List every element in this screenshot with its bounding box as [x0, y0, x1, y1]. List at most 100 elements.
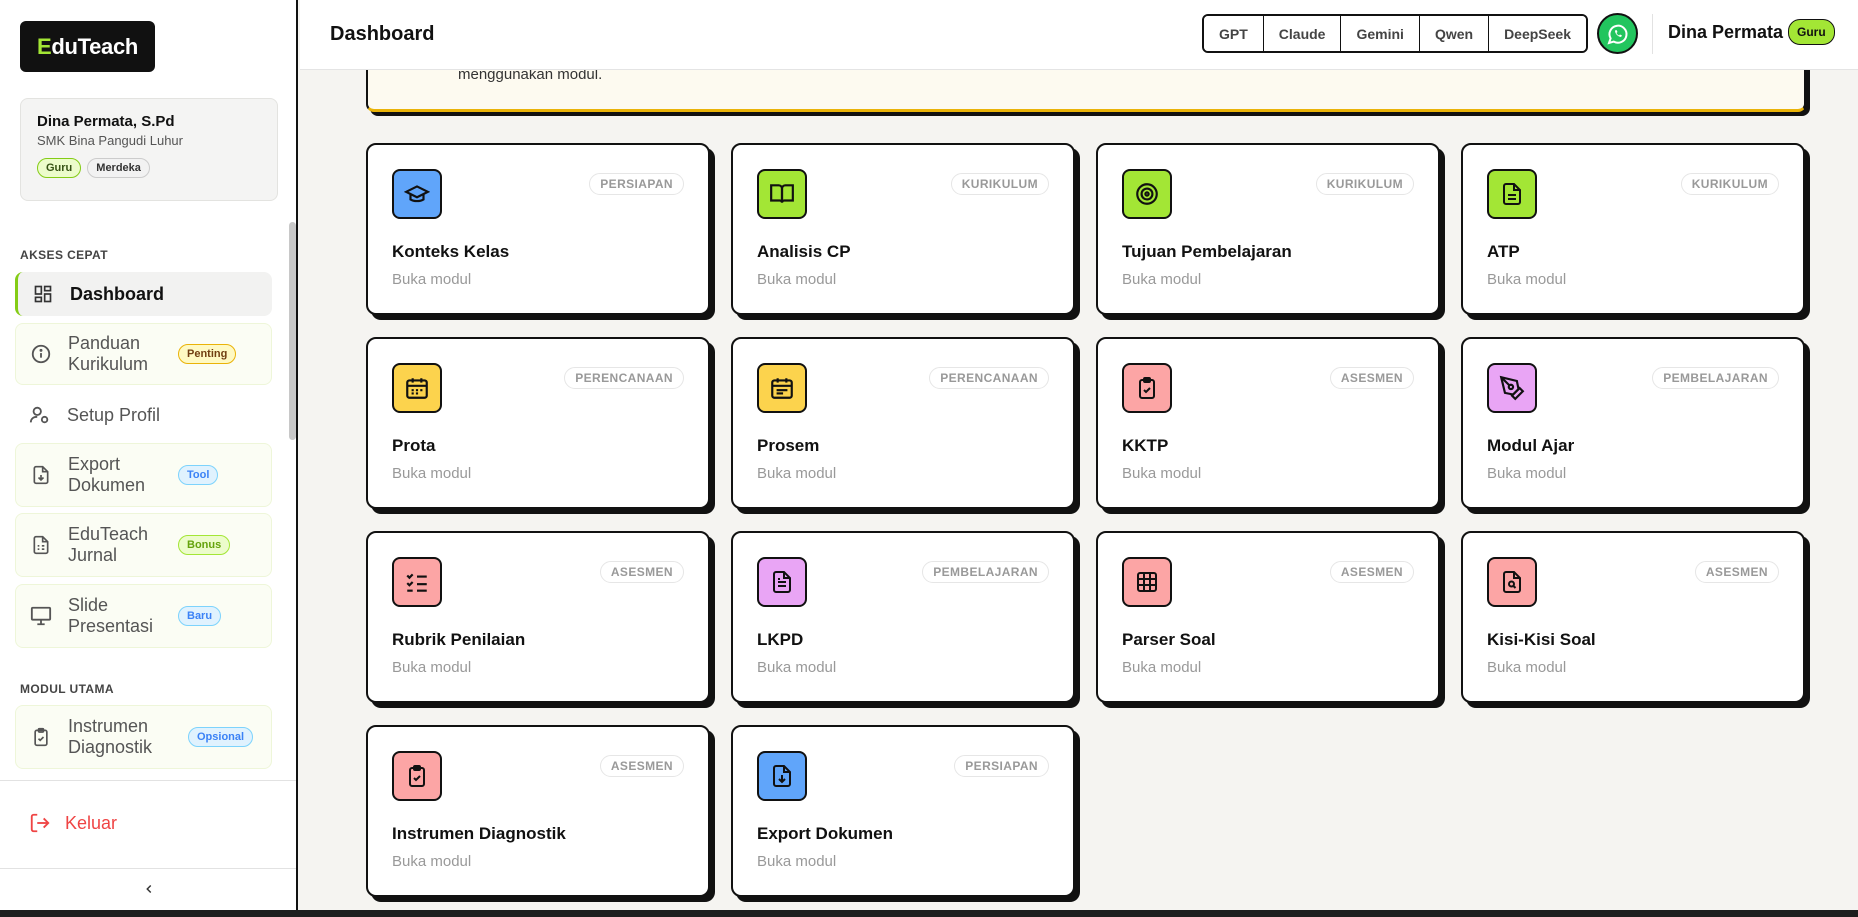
module-card-lkpd[interactable]: PEMBELAJARAN LKPD Buka modul	[731, 531, 1075, 703]
user-role-badge: Guru	[1788, 19, 1835, 45]
category-tag: ASESMEN	[1694, 561, 1779, 583]
file-download-icon	[757, 751, 807, 801]
whatsapp-button[interactable]	[1597, 13, 1638, 54]
card-title: Konteks Kelas	[392, 242, 510, 261]
module-card-parser-soal[interactable]: ASESMEN Parser Soal Buka modul	[1096, 531, 1440, 703]
optional-badge: Opsional	[188, 727, 254, 747]
sidebar-item-label: Instrumen Diagnostik	[68, 716, 153, 757]
user-name[interactable]: Dina Permata	[1668, 22, 1783, 43]
card-subtitle: Buka modul	[1122, 465, 1202, 482]
ai-tab-qwen[interactable]: Qwen	[1419, 16, 1490, 51]
collapse-sidebar-button[interactable]	[138, 877, 160, 901]
divider	[0, 868, 296, 869]
page-title: Dashboard	[330, 23, 435, 45]
sidebar-item-instrumen-diagnostik[interactable]: Instrumen Diagnostik Opsional	[15, 705, 272, 769]
card-subtitle: Buka modul	[1122, 659, 1202, 676]
ai-tab-deepseek[interactable]: DeepSeek	[1489, 16, 1586, 51]
card-subtitle: Buka modul	[392, 465, 472, 482]
module-card-prosem[interactable]: PERENCANAAN Prosem Buka modul	[731, 337, 1075, 509]
category-tag: KURIKULUM	[1315, 173, 1414, 195]
module-card-prota[interactable]: PERENCANAAN Prota Buka modul	[366, 337, 710, 509]
logo[interactable]: EduTeach	[20, 21, 155, 72]
presentation-icon	[30, 605, 52, 627]
card-title: KKTP	[1122, 436, 1169, 455]
sidebar-item-dashboard[interactable]: Dashboard	[15, 272, 272, 316]
logout-button[interactable]: Keluar	[29, 812, 117, 834]
card-subtitle: Buka modul	[1487, 271, 1567, 288]
card-title: Instrumen Diagnostik	[392, 824, 566, 843]
card-title: Prosem	[757, 436, 820, 455]
module-card-instrumen-diagnostik[interactable]: ASESMEN Instrumen Diagnostik Buka modul	[366, 725, 710, 897]
ai-tab-claude[interactable]: Claude	[1263, 16, 1342, 51]
sidebar-scrollbar[interactable]	[289, 222, 296, 440]
whatsapp-icon	[1606, 24, 1627, 45]
category-tag: KURIKULUM	[950, 173, 1049, 195]
ai-model-selector: GPT Claude Gemini Qwen DeepSeek	[1202, 14, 1588, 53]
tool-badge: Tool	[178, 465, 219, 485]
module-card-konteks-kelas[interactable]: PERSIAPAN Konteks Kelas Buka modul	[366, 143, 710, 315]
card-subtitle: Buka modul	[757, 465, 837, 482]
category-tag: ASESMEN	[1329, 561, 1414, 583]
card-title: LKPD	[757, 630, 804, 649]
module-card-analisis-cp[interactable]: KURIKULUM Analisis CP Buka modul	[731, 143, 1075, 315]
profile-school: SMK Bina Pangudi Luhur	[37, 133, 183, 148]
module-card-rubrik-penilaian[interactable]: ASESMEN Rubrik Penilaian Buka modul	[366, 531, 710, 703]
card-subtitle: Buka modul	[757, 271, 837, 288]
section-label-quick: AKSES CEPAT	[20, 248, 108, 262]
divider	[1652, 14, 1653, 54]
sidebar-item-panduan-kurikulum[interactable]: Panduan Kurikulum Penting	[15, 323, 272, 385]
sidebar-item-label: Export Dokumen	[68, 454, 146, 495]
module-card-tujuan-pembelajaran[interactable]: KURIKULUM Tujuan Pembelajaran Buka modul	[1096, 143, 1440, 315]
target-icon	[1122, 169, 1172, 219]
profile-card: Dina Permata, S.Pd SMK Bina Pangudi Luhu…	[20, 98, 278, 201]
module-card-atp[interactable]: KURIKULUM ATP Buka modul	[1461, 143, 1805, 315]
card-subtitle: Buka modul	[392, 853, 472, 870]
file-search-icon	[1487, 557, 1537, 607]
clipboard-check-icon	[392, 751, 442, 801]
file-lines-icon	[757, 557, 807, 607]
category-tag: PERSIAPAN	[589, 173, 684, 195]
card-subtitle: Buka modul	[1487, 465, 1567, 482]
info-icon	[30, 343, 52, 365]
ai-tab-gpt[interactable]: GPT	[1204, 16, 1264, 51]
logout-icon	[29, 812, 51, 834]
module-card-export-dokumen[interactable]: PERSIAPAN Export Dokumen Buka modul	[731, 725, 1075, 897]
sidebar-item-label: EduTeach Jurnal	[68, 524, 149, 565]
sidebar-item-export-dokumen[interactable]: Export Dokumen Tool	[15, 443, 272, 507]
book-open-icon	[757, 169, 807, 219]
sidebar-item-label: Slide Presentasi	[68, 595, 154, 636]
section-label-main: MODUL UTAMA	[20, 682, 114, 696]
category-tag: PERENCANAAN	[929, 367, 1049, 389]
sidebar-item-label: Panduan Kurikulum	[68, 333, 149, 374]
card-title: ATP	[1487, 242, 1520, 261]
card-title: Parser Soal	[1122, 630, 1216, 649]
top-header: Dashboard GPT Claude Gemini Qwen DeepSee…	[300, 0, 1858, 70]
clipboard-check-icon	[1122, 363, 1172, 413]
module-card-kktp[interactable]: ASESMEN KKTP Buka modul	[1096, 337, 1440, 509]
divider	[0, 780, 296, 781]
card-title: Prota	[392, 436, 436, 455]
grid-icon	[1122, 557, 1172, 607]
user-settings-icon	[29, 404, 51, 426]
category-tag: KURIKULUM	[1680, 173, 1779, 195]
ai-tab-gemini[interactable]: Gemini	[1341, 16, 1420, 51]
card-title: Export Dokumen	[757, 824, 894, 843]
category-tag: ASESMEN	[1329, 367, 1414, 389]
sidebar-item-eduteach-jurnal[interactable]: EduTeach Jurnal Bonus	[15, 513, 272, 577]
sidebar-item-slide-presentasi[interactable]: Slide Presentasi Baru	[15, 584, 272, 648]
category-tag: ASESMEN	[599, 755, 684, 777]
sidebar-item-setup-profil[interactable]: Setup Profil	[15, 394, 272, 436]
category-tag: PEMBELAJARAN	[922, 561, 1049, 583]
sidebar-item-label: Setup Profil	[67, 404, 161, 425]
card-subtitle: Buka modul	[757, 659, 837, 676]
sidebar-item-label: Dashboard	[70, 283, 165, 304]
card-subtitle: Buka modul	[1122, 271, 1202, 288]
file-download-icon	[30, 464, 52, 486]
module-card-modul-ajar[interactable]: PEMBELAJARAN Modul Ajar Buka modul	[1461, 337, 1805, 509]
card-title: Tujuan Pembelajaran	[1122, 242, 1292, 261]
file-spreadsheet-icon	[30, 534, 52, 556]
card-title: Modul Ajar	[1487, 436, 1575, 455]
profile-name: Dina Permata, S.Pd	[37, 113, 175, 130]
module-card-kisi-kisi-soal[interactable]: ASESMEN Kisi-Kisi Soal Buka modul	[1461, 531, 1805, 703]
role-chip: Guru	[37, 158, 82, 178]
